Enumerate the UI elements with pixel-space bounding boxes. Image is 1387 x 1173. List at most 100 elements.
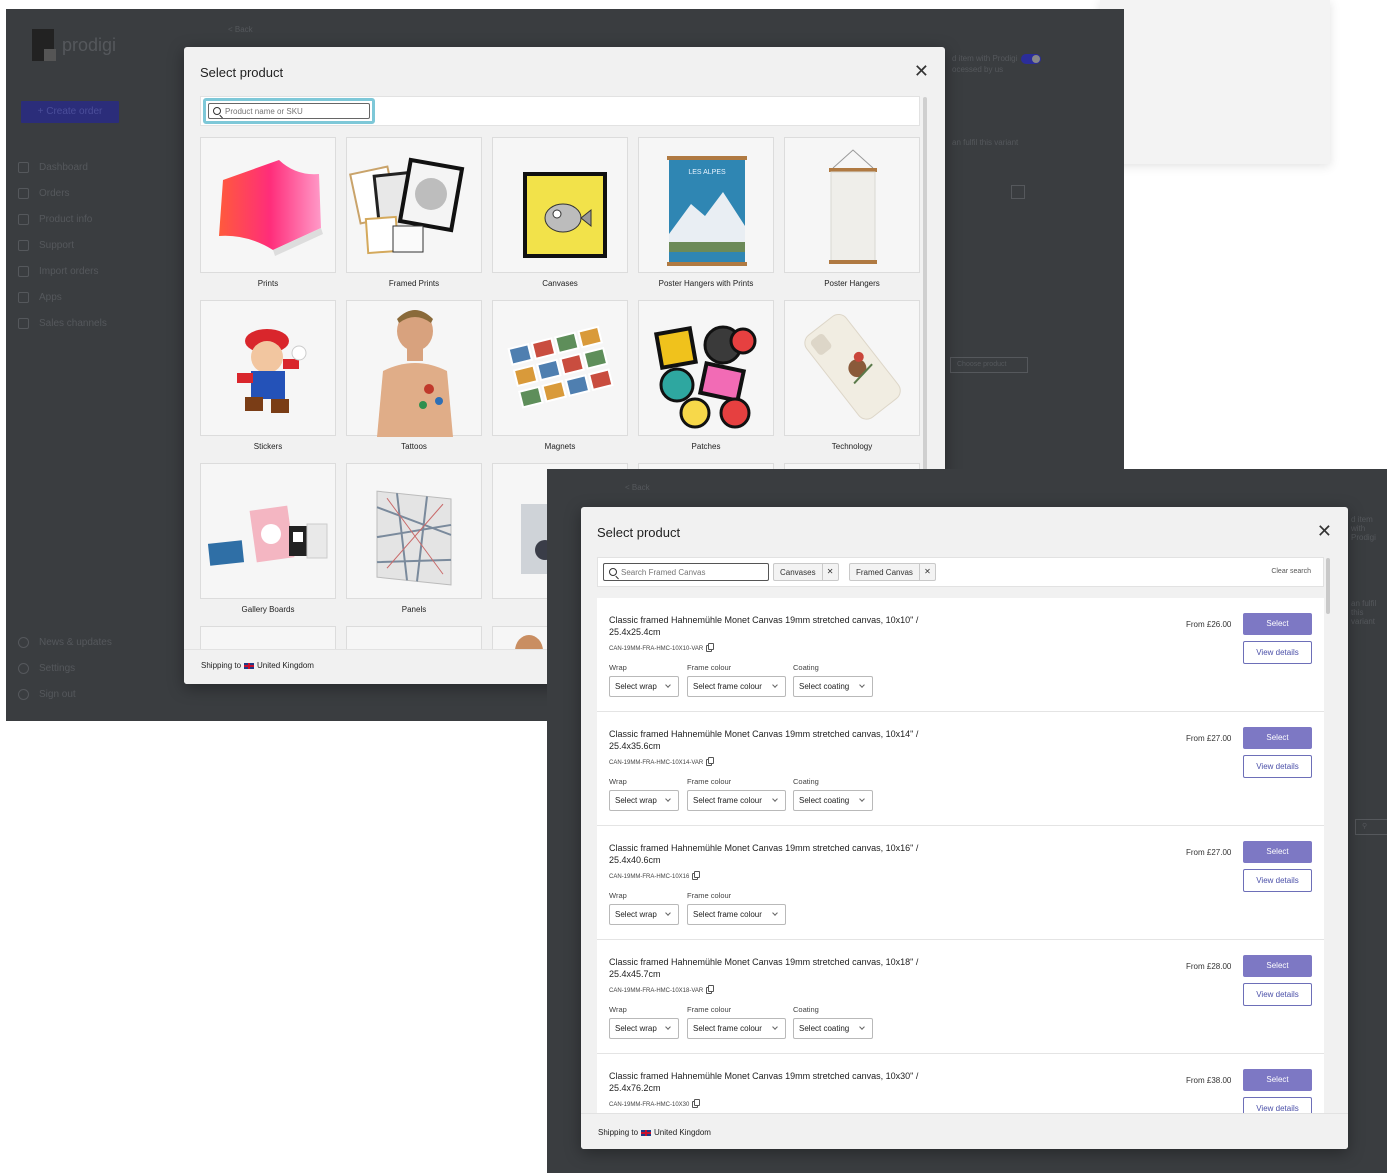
product-price: From £27.00 (1186, 734, 1232, 743)
view-details-button[interactable]: View details (1243, 641, 1312, 664)
sidebar-item-apps[interactable]: Apps (18, 284, 107, 310)
product-title: Classic framed Hahnemühle Monet Canvas 1… (609, 1071, 919, 1093)
wrap-select[interactable]: Select wrap (609, 1018, 679, 1039)
checkbox[interactable] (1011, 185, 1025, 199)
select-button[interactable]: Select (1243, 727, 1312, 749)
sidebar-nav-bottom: News & updates Settings Sign out (18, 629, 112, 707)
category-tile-patches[interactable] (638, 300, 774, 436)
channels-icon (18, 317, 29, 329)
chevron-down-icon (665, 910, 671, 916)
category-tile-poster-hangers[interactable] (784, 137, 920, 273)
sidebar-item-label: Support (39, 239, 75, 251)
coating-select[interactable]: Select coating (793, 1018, 873, 1039)
sidebar-item-label: Sign out (39, 688, 76, 700)
product-sku: CAN-19MM-FRA-HMC-10X14-VAR (609, 757, 715, 766)
frame-select-value: Select frame colour (693, 1024, 762, 1033)
fulfil-toggle[interactable] (1021, 54, 1041, 64)
search-field (603, 563, 769, 581)
filter-chip-label: Canvases (780, 567, 816, 577)
category-tile-prints[interactable] (200, 137, 336, 273)
copy-icon[interactable] (706, 643, 715, 652)
scrollbar[interactable] (923, 97, 927, 517)
product-title: Classic framed Hahnemühle Monet Canvas 1… (609, 957, 919, 979)
wrap-label: Wrap (609, 891, 627, 900)
search-icon (609, 568, 617, 576)
category-tile-tattoos[interactable] (346, 300, 482, 437)
wrap-select-value: Select wrap (615, 682, 657, 691)
search-input[interactable] (225, 106, 365, 116)
wrap-label: Wrap (609, 663, 627, 672)
category-tile-magnets[interactable] (492, 300, 628, 436)
scrollbar[interactable] (1326, 558, 1330, 614)
view-details-button[interactable]: View details (1243, 869, 1312, 892)
coating-select-value: Select coating (799, 1024, 850, 1033)
copy-icon[interactable] (692, 1099, 701, 1108)
chevron-down-icon (772, 796, 778, 802)
shipping-info: Shipping to United Kingdom (598, 1128, 711, 1137)
coating-select[interactable]: Select coating (793, 790, 873, 811)
gallery-boards-image (207, 505, 328, 566)
sku-text: CAN-19MM-FRA-HMC-10X18-VAR (609, 987, 704, 994)
frame-colour-select[interactable]: Select frame colour (687, 1018, 786, 1039)
remove-filter-icon[interactable]: ✕ (821, 564, 838, 580)
category-label: Tattoos (401, 442, 427, 451)
copy-icon[interactable] (706, 757, 715, 766)
search-input[interactable] (621, 567, 761, 577)
wrap-select[interactable]: Select wrap (609, 790, 679, 811)
choose-product-button[interactable]: Choose product (950, 357, 1028, 373)
sidebar-item-product-info[interactable]: Product info (18, 206, 107, 232)
category-label: Prints (257, 279, 279, 288)
frame-colour-select[interactable]: Select frame colour (687, 904, 786, 925)
frame-colour-select[interactable]: Select frame colour (687, 790, 786, 811)
sidebar-item-dashboard[interactable]: Dashboard (18, 154, 107, 180)
sidebar-item-import-orders[interactable]: Import orders (18, 258, 107, 284)
sidebar-item-support[interactable]: Support (18, 232, 107, 258)
chevron-down-icon (665, 682, 671, 688)
remove-filter-icon[interactable]: ✕ (918, 564, 935, 580)
select-button[interactable]: Select (1243, 1069, 1312, 1091)
copy-icon[interactable] (706, 985, 715, 994)
uk-flag-icon (641, 1129, 652, 1136)
sidebar-item-orders[interactable]: Orders (18, 180, 107, 206)
tattoos-image (377, 310, 453, 437)
view-details-button[interactable]: View details (1243, 983, 1312, 1006)
product-sku: CAN-19MM-FRA-HMC-10X16 (609, 871, 701, 880)
sidebar-item-settings[interactable]: Settings (18, 655, 112, 681)
category-tile-gallery-boards[interactable] (200, 463, 336, 599)
view-details-button[interactable]: View details (1243, 755, 1312, 778)
product-row: Classic framed Hahnemühle Monet Canvas 1… (597, 598, 1324, 712)
select-button[interactable]: Select (1243, 955, 1312, 977)
select-button[interactable]: Select (1243, 841, 1312, 863)
frame-colour-select[interactable]: Select frame colour (687, 676, 786, 697)
category-tile-partial[interactable] (346, 626, 482, 650)
category-tile-panels[interactable] (346, 463, 482, 599)
frame-select-value: Select frame colour (693, 910, 762, 919)
back-link[interactable]: < Back (228, 25, 253, 34)
choose-product-button[interactable]: ⚲ (1355, 819, 1387, 835)
category-tile-framed-prints[interactable] (346, 137, 482, 273)
wrap-select[interactable]: Select wrap (609, 904, 679, 925)
brand-name: prodigi (62, 34, 117, 55)
coating-select[interactable]: Select coating (793, 676, 873, 697)
view-details-button[interactable]: View details (1243, 1097, 1312, 1113)
category-tile-technology[interactable] (784, 300, 920, 436)
product-title: Classic framed Hahnemühle Monet Canvas 1… (609, 843, 919, 865)
close-icon[interactable]: ✕ (1317, 522, 1332, 540)
category-tile-poster-hangers-with-prints[interactable]: LES ALPES (638, 137, 774, 273)
shipping-country: United Kingdom (654, 1128, 711, 1137)
select-button[interactable]: Select (1243, 613, 1312, 635)
back-link[interactable]: < Back (625, 483, 650, 492)
category-tile-stickers[interactable] (200, 300, 336, 436)
sidebar-item-sales-channels[interactable]: Sales channels (18, 310, 107, 336)
clear-search-link[interactable]: Clear search (1271, 568, 1311, 575)
create-order-button[interactable]: + Create order (21, 101, 119, 123)
category-tile-partial[interactable] (200, 626, 336, 650)
sidebar-item-sign-out[interactable]: Sign out (18, 681, 112, 707)
shipping-country: United Kingdom (257, 661, 314, 670)
close-icon[interactable]: ✕ (914, 62, 929, 80)
wrap-select[interactable]: Select wrap (609, 676, 679, 697)
sidebar-item-news[interactable]: News & updates (18, 629, 112, 655)
copy-icon[interactable] (692, 871, 701, 880)
category-tile-canvases[interactable] (492, 137, 628, 273)
sign-out-icon (18, 688, 29, 700)
